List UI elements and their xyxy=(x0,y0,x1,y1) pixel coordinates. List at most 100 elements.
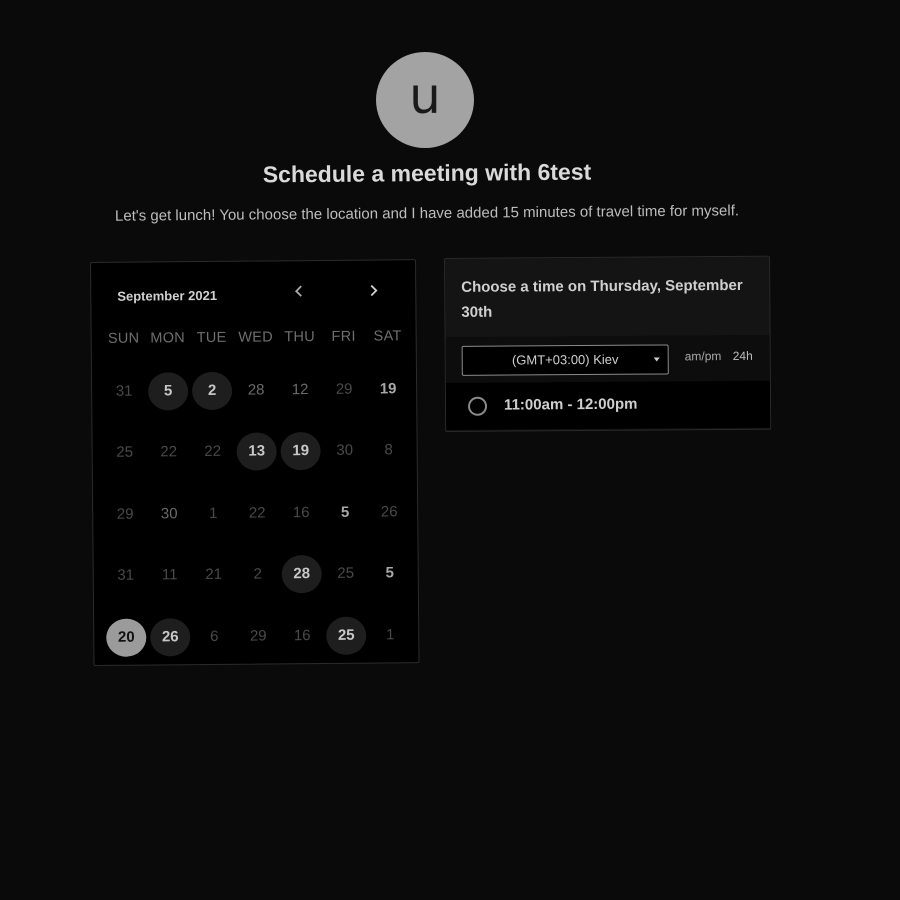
calendar-day: 16 xyxy=(279,482,324,544)
calendar-month-label: September 2021 xyxy=(117,287,218,304)
calendar-day: 2 xyxy=(235,544,280,606)
calendar-day: 6 xyxy=(192,606,237,668)
weekday-fri: FRI xyxy=(331,328,356,345)
calendar-day-label: 12 xyxy=(291,380,309,398)
calendar: September 2021 SUN MON TUE WED THU FRI SAT 31 5… xyxy=(90,259,420,666)
weekday-thu: THU xyxy=(284,329,316,346)
calendar-day: 29 xyxy=(103,484,148,546)
calendar-day-label: 28 xyxy=(281,555,322,594)
avatar-letter: u xyxy=(409,67,441,125)
calendar-day-label: 19 xyxy=(280,432,321,471)
calendar-day-label: 22 xyxy=(204,443,222,461)
time-panel-header: Choose a time on Thursday, September 30t… xyxy=(445,256,770,338)
weekday-header: SUN MON TUE WED THU FRI SAT xyxy=(102,328,410,347)
calendar-day-label: 29 xyxy=(335,380,353,398)
calendar-day: 25 xyxy=(102,422,147,484)
calendar-day-label: 26 xyxy=(150,617,191,657)
calendar-day: 22 xyxy=(235,482,280,544)
weekday-mon: MON xyxy=(150,330,186,347)
24h-format-toggle[interactable]: 24h xyxy=(733,349,753,363)
calendar-days-grid: 31 5 2 28 12 29 19 25 22 22 13 19 30 8 29 30 1 22 16 5 26 31 1… xyxy=(102,358,413,668)
calendar-day-label: 1 xyxy=(386,626,395,644)
meeting-description: Let's get lunch! You choose the location… xyxy=(114,202,740,225)
weekday-tue: TUE xyxy=(196,329,227,347)
calendar-day-label: 25 xyxy=(337,564,355,583)
calendar-day-label: 21 xyxy=(205,566,223,584)
calendar-day: 12 xyxy=(278,359,323,421)
time-slot-label: 11:00am - 12:00pm xyxy=(503,395,638,414)
time-selection-panel: Choose a time on Thursday, September 30t… xyxy=(444,255,772,432)
chevron-right-icon xyxy=(370,284,378,297)
calendar-day-label: 19 xyxy=(379,380,397,398)
calendar-day[interactable]: 19 xyxy=(278,420,323,482)
calendar-day-label: 5 xyxy=(147,371,189,411)
calendar-day-label: 13 xyxy=(236,432,277,471)
calendar-day: 11 xyxy=(147,545,192,607)
time-panel-title: Choose a time on Thursday, September 30t… xyxy=(461,276,743,321)
caret-down-icon xyxy=(653,357,660,362)
calendar-day: 28 xyxy=(234,359,279,421)
calendar-day: 30 xyxy=(322,420,367,482)
chevron-left-icon xyxy=(294,285,302,297)
calendar-day: 22 xyxy=(190,421,235,483)
calendar-day-label: 1 xyxy=(208,504,218,522)
timezone-select[interactable]: (GMT+03:00) Kiev xyxy=(461,344,669,376)
calendar-day: 8 xyxy=(366,420,411,482)
calendar-day[interactable]: 5 xyxy=(323,482,368,544)
calendar-day-label: 16 xyxy=(292,503,310,521)
timezone-value: (GMT+03:00) Kiev xyxy=(511,351,619,368)
calendar-day-label: 29 xyxy=(116,505,134,523)
calendar-day[interactable]: 5 xyxy=(146,360,191,422)
calendar-day: 1 xyxy=(191,483,236,545)
calendar-day-label: 22 xyxy=(160,443,178,461)
weekday-wed: WED xyxy=(238,329,274,346)
calendar-day: 29 xyxy=(322,359,367,421)
calendar-day: 31 xyxy=(102,361,147,423)
previous-month-button[interactable] xyxy=(289,283,309,303)
calendar-day: 21 xyxy=(191,544,236,606)
calendar-day[interactable]: 25 xyxy=(324,605,369,667)
calendar-day-label: 2 xyxy=(253,565,262,583)
calendar-day: 25 xyxy=(323,543,368,605)
calendar-day-selected[interactable]: 20 xyxy=(104,607,149,669)
calendar-day-label: 2 xyxy=(191,371,233,410)
calendar-day: 22 xyxy=(146,422,191,484)
scheduling-page: u Schedule a meeting with 6test Let's ge… xyxy=(0,0,900,900)
calendar-day-label: 30 xyxy=(336,441,354,460)
calendar-day: 31 xyxy=(103,545,148,607)
calendar-day[interactable]: 26 xyxy=(148,606,193,668)
calendar-day-label: 25 xyxy=(326,616,367,655)
calendar-day-label: 6 xyxy=(210,627,219,645)
calendar-day[interactable]: 13 xyxy=(234,421,279,483)
time-slot[interactable]: 11:00am - 12:00pm xyxy=(445,380,771,430)
radio-icon[interactable] xyxy=(467,396,488,416)
calendar-day[interactable]: 28 xyxy=(279,543,324,605)
calendar-day-label: 31 xyxy=(117,566,135,585)
weekday-sat: SAT xyxy=(373,328,402,345)
calendar-day-label: 29 xyxy=(249,627,267,645)
calendar-day-label: 26 xyxy=(380,503,398,521)
calendar-day-label: 25 xyxy=(116,443,134,462)
calendar-header: September 2021 xyxy=(91,260,416,323)
calendar-day-label: 31 xyxy=(115,382,133,400)
ampm-format-toggle[interactable]: am/pm xyxy=(685,349,722,363)
calendar-day[interactable]: 5 xyxy=(367,543,412,605)
calendar-day: 16 xyxy=(280,605,325,667)
timezone-row: (GMT+03:00) Kiev am/pm 24h xyxy=(445,334,770,383)
calendar-day-label: 16 xyxy=(293,626,311,644)
calendar-day[interactable]: 19 xyxy=(366,358,411,420)
calendar-day-label: 8 xyxy=(384,441,393,459)
calendar-day: 29 xyxy=(236,605,281,667)
calendar-day-label: 5 xyxy=(340,503,350,521)
calendar-day[interactable]: 2 xyxy=(190,360,235,422)
calendar-day-label: 30 xyxy=(160,504,178,523)
calendar-day-label: 22 xyxy=(248,504,266,522)
weekday-sun: SUN xyxy=(107,330,140,347)
calendar-day: 30 xyxy=(147,483,192,545)
page-title: Schedule a meeting with 6test xyxy=(262,158,592,188)
calendar-day: 1 xyxy=(368,604,413,666)
calendar-day-label: 20 xyxy=(106,618,147,657)
calendar-day-label: 5 xyxy=(385,564,394,582)
next-month-button[interactable] xyxy=(363,282,383,302)
calendar-day: 26 xyxy=(367,481,412,543)
